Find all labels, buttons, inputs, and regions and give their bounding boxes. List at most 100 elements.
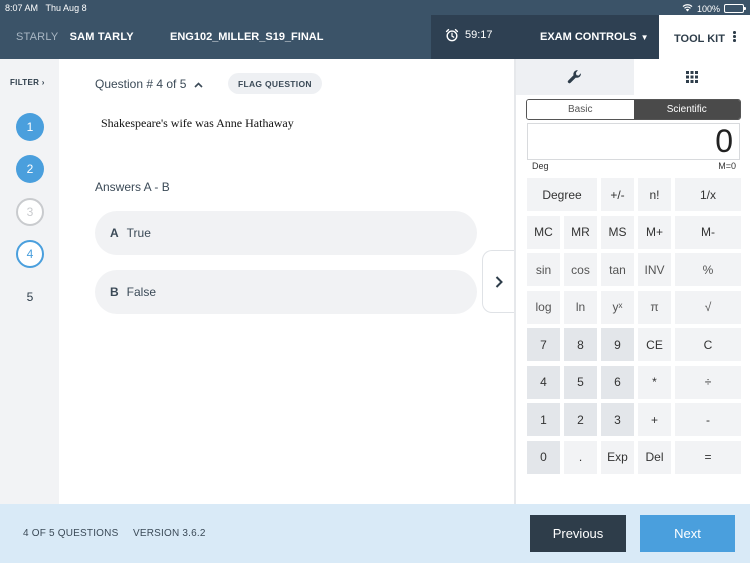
calc-key[interactable]: ln — [564, 290, 597, 324]
grid-icon — [686, 71, 698, 83]
calc-key[interactable]: 3 — [601, 403, 634, 436]
toolkit-panel: Basic Scientific 0 Deg M=0 Degree +/- n! 1/… — [514, 59, 750, 504]
calc-key[interactable]: - — [675, 403, 741, 436]
calc-key[interactable]: cos — [564, 253, 597, 286]
calc-key[interactable]: CE — [638, 328, 671, 361]
scientific-mode-button[interactable]: Scientific — [633, 100, 740, 119]
question-nav-4[interactable]: 4 — [16, 240, 44, 268]
calc-key[interactable]: 5 — [564, 365, 597, 399]
toolkit-label: TOOL KIT — [674, 33, 725, 45]
wrench-icon — [567, 70, 581, 84]
answer-text: True — [126, 226, 151, 240]
calc-key[interactable]: yˣ — [601, 290, 634, 324]
status-bar: 8:07 AM Thu Aug 8 100% — [0, 0, 750, 15]
calc-key[interactable]: +/- — [601, 178, 634, 211]
calculator-display: 0 — [527, 123, 740, 160]
calc-key[interactable]: n! — [638, 178, 671, 211]
apps-grid-tab[interactable] — [634, 59, 750, 95]
answer-letter: B — [110, 285, 119, 299]
calc-key[interactable]: Degree — [527, 178, 597, 211]
calc-key[interactable]: 8 — [564, 328, 597, 361]
previous-button[interactable]: Previous — [530, 515, 626, 552]
calc-key[interactable]: 7 — [527, 328, 560, 361]
battery-percent: 100% — [696, 3, 720, 14]
angle-unit: Deg — [532, 161, 549, 171]
calc-key[interactable]: 6 — [601, 365, 634, 399]
wifi-icon — [682, 3, 693, 14]
caret-down-icon: ▼ — [640, 33, 649, 42]
student-info: STARLY SAM TARLY — [16, 31, 134, 43]
exam-app: 8:07 AM Thu Aug 8 100% STARLY SAM TARLY … — [0, 0, 750, 563]
next-button[interactable]: Next — [640, 515, 735, 552]
exam-controls-dropdown[interactable]: EXAM CONTROLS ▼ — [540, 31, 648, 43]
calc-key[interactable]: tan — [601, 253, 634, 286]
version-label: VERSION 3.6.2 — [133, 528, 206, 539]
toolkit-button[interactable]: TOOL KIT — [659, 15, 750, 59]
chevron-up-icon — [194, 80, 203, 91]
calc-key[interactable]: . — [564, 440, 597, 474]
calc-key[interactable]: INV — [638, 253, 671, 286]
memory-indicator: M=0 — [718, 161, 736, 171]
answer-text: False — [126, 285, 157, 299]
question-number: Question # 4 of 5 — [95, 77, 187, 91]
calc-key[interactable]: π — [638, 290, 671, 324]
flag-question-button[interactable]: FLAG QUESTION — [228, 73, 322, 94]
student-name: SAM TARLY — [69, 31, 134, 43]
display-meta: Deg M=0 — [532, 161, 736, 171]
calc-key[interactable]: 0 — [527, 440, 560, 474]
battery-icon — [724, 4, 746, 13]
calc-key[interactable]: + — [638, 403, 671, 436]
calc-key[interactable]: % — [675, 253, 741, 286]
exam-name: ENG102_MILLER_S19_FINAL — [170, 31, 324, 43]
answer-letter: A — [110, 226, 119, 240]
calc-key[interactable]: Exp — [601, 440, 634, 474]
collapse-toolkit-button[interactable] — [482, 250, 515, 313]
calc-key[interactable]: 2 — [564, 403, 597, 436]
basic-mode-button[interactable]: Basic — [527, 100, 634, 119]
top-bar: 8:07 AM Thu Aug 8 100% STARLY SAM TARLY … — [0, 0, 750, 59]
kebab-menu-icon — [733, 31, 736, 43]
footer-bar: 4 OF 5 QUESTIONS VERSION 3.6.2 Previous … — [0, 504, 750, 563]
calc-key[interactable]: C — [675, 328, 741, 361]
question-text: Shakespeare's wife was Anne Hathaway — [101, 116, 294, 130]
calculator-mode-toggle: Basic Scientific — [526, 99, 741, 120]
calc-key[interactable]: 1/x — [675, 178, 741, 211]
question-heading[interactable]: Question # 4 of 5 — [95, 77, 203, 91]
calc-key[interactable]: log — [527, 290, 560, 324]
answers-label: Answers A - B — [95, 180, 170, 194]
question-navigator: FILTER › 1 2 3 4 5 — [0, 59, 59, 504]
calc-key[interactable]: MS — [601, 215, 634, 249]
filter-button[interactable]: FILTER › — [10, 78, 45, 87]
answer-option-b[interactable]: B False — [95, 270, 477, 314]
answer-option-a[interactable]: A True — [95, 211, 477, 255]
tools-tab[interactable] — [516, 59, 634, 95]
question-nav-5[interactable]: 5 — [16, 283, 44, 311]
calc-key[interactable]: 9 — [601, 328, 634, 361]
calc-key[interactable]: M+ — [638, 215, 671, 249]
calc-key[interactable]: MC — [527, 215, 560, 249]
question-nav-3[interactable]: 3 — [16, 198, 44, 226]
question-nav-2[interactable]: 2 — [16, 155, 44, 183]
calc-key[interactable]: Del — [638, 440, 671, 474]
exam-controls-label: EXAM CONTROLS — [540, 31, 637, 43]
question-counter: 4 OF 5 QUESTIONS — [23, 528, 119, 539]
calc-key[interactable]: 1 — [527, 403, 560, 436]
calc-key[interactable]: √ — [675, 290, 741, 324]
school-name: STARLY — [16, 31, 59, 43]
status-right: 100% — [682, 3, 746, 14]
calc-key[interactable]: = — [675, 440, 741, 474]
chevron-right-icon — [495, 275, 503, 288]
calc-key[interactable]: 4 — [527, 365, 560, 399]
calc-key[interactable]: M- — [675, 215, 741, 249]
calc-key[interactable]: sin — [527, 253, 560, 286]
calc-key[interactable]: * — [638, 365, 671, 399]
alarm-clock-icon — [445, 28, 459, 42]
question-panel: Question # 4 of 5 FLAG QUESTION Shakespe… — [59, 59, 514, 504]
question-nav-1[interactable]: 1 — [16, 113, 44, 141]
toolkit-tabs — [516, 59, 750, 95]
calc-key[interactable]: MR — [564, 215, 597, 249]
exam-timer: 59:17 — [445, 28, 493, 42]
calc-key[interactable]: ÷ — [675, 365, 741, 399]
status-time: 8:07 AM Thu Aug 8 — [5, 3, 87, 13]
timer-value: 59:17 — [465, 29, 493, 41]
